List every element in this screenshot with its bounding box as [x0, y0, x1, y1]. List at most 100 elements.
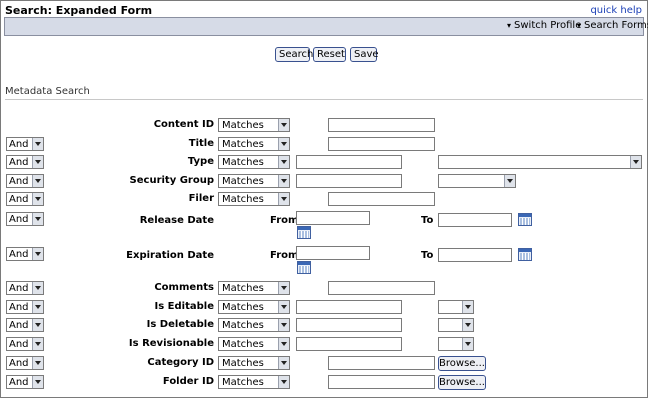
field-label: Filer [188, 193, 214, 204]
chevron-down-icon [630, 156, 641, 168]
date-to-input[interactable] [438, 248, 512, 262]
calendar-header [298, 262, 310, 265]
field-label: Folder ID [162, 376, 214, 387]
operator-select[interactable]: Matches [218, 281, 290, 295]
chevron-down-icon [278, 193, 289, 205]
operator-select[interactable]: Matches [218, 118, 290, 132]
save-button[interactable]: Save [350, 47, 379, 62]
field-label: Category ID [147, 357, 214, 368]
calendar-grid [299, 231, 309, 238]
chevron-down-icon [278, 338, 289, 350]
date-from-input[interactable] [296, 246, 370, 260]
to-label: To [421, 215, 434, 226]
value-input[interactable] [328, 118, 435, 132]
switch-profile-label: Switch Profile [514, 20, 582, 31]
browse-button[interactable]: Browse... [438, 356, 486, 371]
value-input[interactable] [296, 174, 402, 188]
date-to-input[interactable] [438, 213, 512, 227]
operator-select[interactable]: Matches [218, 356, 290, 370]
field-row: And Title Matches [0, 137, 648, 155]
field-label: Content ID [153, 119, 214, 130]
value-input[interactable] [328, 192, 435, 206]
value-dropdown[interactable] [438, 318, 474, 332]
calendar-grid [520, 253, 530, 260]
calendar-grid [520, 218, 530, 225]
chevron-down-icon [278, 319, 289, 331]
chevron-down-icon [278, 175, 289, 187]
chevron-down-icon [278, 156, 289, 168]
calendar-icon[interactable] [297, 226, 311, 239]
field-row: And Is Revisionable Matches [0, 337, 648, 355]
chevron-down-icon [462, 301, 473, 313]
field-row: Content ID Matches [0, 118, 648, 136]
quick-help-link[interactable]: quick help [590, 5, 642, 16]
field-row: And Type Matches [0, 155, 648, 173]
field-label: Is Deletable [146, 319, 214, 330]
value-dropdown[interactable] [438, 174, 516, 188]
section-title: Metadata Search [5, 86, 90, 97]
from-label: From [270, 250, 299, 261]
operator-select[interactable]: Matches [218, 318, 290, 332]
operator-select-value: Matches [222, 139, 264, 150]
search-button[interactable]: Search [275, 47, 313, 62]
value-input[interactable] [328, 375, 435, 389]
calendar-icon[interactable] [297, 261, 311, 274]
field-row: And Expiration Date From To [0, 246, 648, 274]
value-dropdown[interactable] [438, 337, 474, 351]
field-label: Comments [154, 282, 214, 293]
operator-select-value: Matches [222, 377, 264, 388]
operator-select[interactable]: Matches [218, 174, 290, 188]
field-row: And Filer Matches [0, 192, 648, 210]
operator-select-value: Matches [222, 302, 264, 313]
calendar-icon[interactable] [518, 248, 532, 261]
search-forms-menu[interactable]: ▾ Search Forms [577, 20, 648, 31]
value-dropdown[interactable] [438, 155, 642, 169]
value-input[interactable] [328, 137, 435, 151]
reset-button[interactable]: Reset [313, 47, 346, 62]
operator-select-value: Matches [222, 157, 264, 168]
field-row: And Category ID Matches Browse... [0, 356, 648, 374]
field-label: Type [187, 156, 214, 167]
operator-select[interactable]: Matches [218, 155, 290, 169]
calendar-icon[interactable] [518, 213, 532, 226]
calendar-grid [299, 266, 309, 273]
chevron-down-icon: ▾ [507, 21, 512, 30]
browse-button[interactable]: Browse... [438, 375, 486, 390]
chevron-down-icon [278, 357, 289, 369]
operator-select[interactable]: Matches [218, 375, 290, 389]
operator-select-value: Matches [222, 120, 264, 131]
operator-select-value: Matches [222, 283, 264, 294]
operator-select-value: Matches [222, 176, 264, 187]
chevron-down-icon [278, 282, 289, 294]
value-input[interactable] [296, 337, 402, 351]
date-from-input[interactable] [296, 211, 370, 225]
chevron-down-icon [278, 138, 289, 150]
field-label: Is Revisionable [128, 338, 214, 349]
chevron-down-icon: ▾ [577, 21, 582, 30]
switch-profile-menu[interactable]: ▾ Switch Profile [507, 20, 581, 31]
from-label: From [270, 215, 299, 226]
field-row: And Comments Matches [0, 281, 648, 299]
value-input[interactable] [296, 155, 402, 169]
operator-select-value: Matches [222, 358, 264, 369]
value-dropdown[interactable] [438, 300, 474, 314]
operator-select-value: Matches [222, 339, 264, 350]
operator-select[interactable]: Matches [218, 192, 290, 206]
field-row: And Security Group Matches [0, 174, 648, 192]
value-input[interactable] [296, 300, 402, 314]
operator-select[interactable]: Matches [218, 137, 290, 151]
value-input[interactable] [328, 281, 435, 295]
chevron-down-icon [278, 301, 289, 313]
menu-bar: ▾ Switch Profile ▾ Search Forms [4, 17, 648, 36]
calendar-header [519, 249, 531, 252]
operator-select[interactable]: Matches [218, 300, 290, 314]
chevron-down-icon [278, 119, 289, 131]
chevron-down-icon [278, 376, 289, 388]
operator-select[interactable]: Matches [218, 337, 290, 351]
value-input[interactable] [296, 318, 402, 332]
divider [5, 99, 643, 100]
page-title: Search: Expanded Form [5, 4, 153, 17]
field-label: Security Group [129, 175, 214, 186]
field-label: Release Date [139, 215, 214, 226]
value-input[interactable] [328, 356, 435, 370]
